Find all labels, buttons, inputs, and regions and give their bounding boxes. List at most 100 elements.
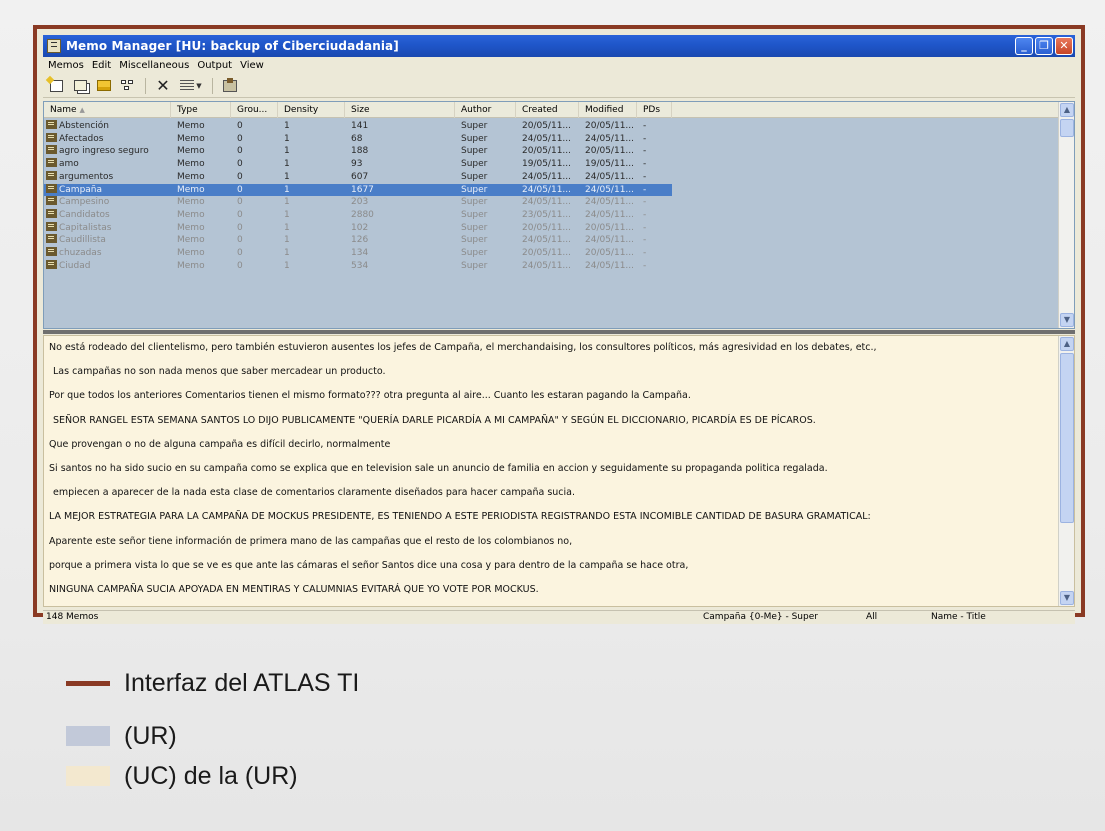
legend-item-uc: (UC) de la (UR) bbox=[66, 761, 298, 791]
restore-button[interactable]: ❐ bbox=[1035, 37, 1053, 55]
export-button[interactable] bbox=[221, 77, 239, 95]
cell-density: 1 bbox=[284, 248, 290, 258]
memo-name: Candidatos bbox=[59, 209, 110, 220]
pane-splitter[interactable] bbox=[43, 330, 1075, 334]
table-row[interactable]: Campesino Memo 0 1 203 Super 24/05/11... 24/05/… bbox=[44, 196, 1058, 208]
cell-size: 102 bbox=[351, 222, 369, 233]
cell-type: Memo bbox=[177, 248, 205, 258]
menu-miscellaneous[interactable]: Miscellaneous bbox=[119, 60, 189, 71]
close-button[interactable]: ✕ bbox=[1055, 37, 1073, 55]
cell-size: 93 bbox=[351, 159, 363, 170]
cell-modified: 24/05/11... bbox=[585, 184, 635, 195]
cell-name: Campaña bbox=[44, 183, 171, 196]
cell-type: Memo bbox=[177, 235, 205, 246]
memo-icon bbox=[46, 259, 57, 269]
column-size[interactable]: Size bbox=[345, 102, 455, 118]
table-row[interactable]: Abstención Memo 0 1 141 Super 20/05/11... 20/05… bbox=[44, 120, 1058, 132]
scroll-down-button[interactable]: ▼ bbox=[1060, 313, 1074, 327]
memo-text-line: empiecen a aparecer de la nada esta clas… bbox=[53, 487, 576, 499]
cell-type: Memo bbox=[177, 222, 205, 233]
cell-grou: 0 bbox=[237, 184, 243, 195]
memo-text-line: LA MEJOR ESTRATEGIA PARA LA CAMPAÑA DE M… bbox=[49, 511, 871, 523]
status-current-memo: Campaña {0-Me} - Super bbox=[703, 612, 818, 622]
table-row[interactable]: Ciudad Memo 0 1 534 Super 24/05/11... 24/05/11.… bbox=[44, 259, 1058, 272]
memo-name: Caudillista bbox=[59, 235, 106, 246]
cell-modified: 19/05/11... bbox=[585, 159, 635, 170]
memo-folder-button[interactable] bbox=[95, 77, 113, 95]
memo-name: Campesino bbox=[59, 197, 110, 208]
column-pds[interactable]: PDs bbox=[637, 102, 672, 118]
cell-grou: 0 bbox=[237, 209, 243, 220]
menu-memos[interactable]: Memos bbox=[48, 60, 84, 71]
cell-created: 24/05/11... bbox=[522, 235, 572, 246]
memo-icon bbox=[46, 132, 57, 142]
toolbar-separator bbox=[145, 77, 146, 94]
cell-type: Memo bbox=[177, 260, 205, 271]
cell-grou: 0 bbox=[237, 159, 243, 170]
scroll-up-button[interactable]: ▲ bbox=[1060, 103, 1074, 117]
scroll-thumb[interactable] bbox=[1060, 353, 1074, 523]
column-author[interactable]: Author bbox=[455, 102, 516, 118]
cell-pds: - bbox=[643, 248, 647, 258]
column-created[interactable]: Created bbox=[516, 102, 579, 118]
atlas-ti-interface-frame: Memo Manager [HU: backup of Ciberciudada… bbox=[33, 25, 1085, 624]
column-density[interactable]: Density bbox=[278, 102, 345, 118]
table-row[interactable]: agro ingreso seguro Memo 0 1 188 Super 20/05/1… bbox=[44, 145, 1058, 157]
table-row[interactable]: Afectados Memo 0 1 68 Super 24/05/11... 24/05/1… bbox=[44, 132, 1058, 145]
duplicate-memo-button[interactable] bbox=[71, 77, 89, 95]
cell-type: Memo bbox=[177, 184, 205, 195]
table-row[interactable]: Caudillista Memo 0 1 126 Super 24/05/11... 24/0… bbox=[44, 234, 1058, 246]
table-row[interactable]: Campaña Memo 0 1 1677 Super 24/05/11... 24/05/1… bbox=[44, 183, 672, 196]
memo-list[interactable]: Name ▲ Type Grou... Density Size Author … bbox=[43, 101, 1075, 329]
table-row[interactable]: Candidatos Memo 0 1 2880 Super 23/05/11... 24/0… bbox=[44, 208, 1058, 221]
cell-pds: - bbox=[643, 171, 647, 182]
cell-density: 1 bbox=[284, 159, 290, 170]
memo-name: Capitalistas bbox=[59, 222, 112, 233]
column-type[interactable]: Type bbox=[171, 102, 231, 118]
memo-text-content: No está rodeado del clientelismo, pero t… bbox=[44, 336, 1058, 606]
cell-author: Super bbox=[461, 121, 488, 131]
column-groundedness[interactable]: Grou... bbox=[231, 102, 278, 118]
list-scrollbar[interactable]: ▲ ▼ bbox=[1058, 102, 1074, 328]
cell-author: Super bbox=[461, 171, 488, 182]
column-modified[interactable]: Modified bbox=[579, 102, 637, 118]
memo-text-line: No está rodeado del clientelismo, pero t… bbox=[49, 342, 877, 353]
table-row[interactable]: argumentos Memo 0 1 607 Super 24/05/11... 24/05… bbox=[44, 170, 1058, 183]
menu-output[interactable]: Output bbox=[197, 60, 232, 71]
cell-created: 20/05/11... bbox=[522, 146, 572, 157]
cell-type: Memo bbox=[177, 159, 205, 170]
column-name[interactable]: Name ▲ bbox=[44, 102, 171, 118]
memo-text-pane[interactable]: No está rodeado del clientelismo, pero t… bbox=[43, 335, 1075, 607]
cell-size: 203 bbox=[351, 197, 369, 208]
menu-edit[interactable]: Edit bbox=[92, 60, 111, 71]
cell-pds: - bbox=[643, 159, 647, 170]
minimize-button[interactable]: _ bbox=[1015, 37, 1033, 55]
title-bar[interactable]: Memo Manager [HU: backup of Ciberciudada… bbox=[43, 35, 1075, 57]
cell-type: Memo bbox=[177, 209, 205, 220]
scroll-up-button[interactable]: ▲ bbox=[1060, 337, 1074, 351]
toolbar: ✕ ▼ bbox=[43, 74, 1075, 98]
menu-view[interactable]: View bbox=[240, 60, 264, 71]
list-view-button[interactable]: ▼ bbox=[178, 77, 204, 95]
text-scrollbar[interactable]: ▲ ▼ bbox=[1058, 336, 1074, 606]
memo-name: chuzadas bbox=[59, 248, 102, 258]
network-button[interactable] bbox=[119, 77, 137, 95]
table-row[interactable]: chuzadas Memo 0 1 134 Super 20/05/11... 20/05/1… bbox=[44, 247, 1058, 259]
cell-name: Capitalistas bbox=[44, 221, 171, 234]
cell-name: chuzadas bbox=[44, 247, 171, 259]
table-row[interactable]: amo Memo 0 1 93 Super 19/05/11... 19/05/11... - bbox=[44, 158, 1058, 170]
cell-modified: 20/05/11... bbox=[585, 248, 635, 258]
cell-modified: 20/05/11... bbox=[585, 121, 635, 131]
scroll-down-button[interactable]: ▼ bbox=[1060, 591, 1074, 605]
minimize-icon: _ bbox=[1021, 39, 1027, 52]
scroll-thumb[interactable] bbox=[1060, 119, 1074, 137]
cell-size: 534 bbox=[351, 260, 369, 271]
new-memo-button[interactable] bbox=[47, 77, 65, 95]
table-row[interactable]: Capitalistas Memo 0 1 102 Super 20/05/11... 20/… bbox=[44, 221, 1058, 234]
cell-created: 24/05/11... bbox=[522, 197, 572, 208]
delete-button[interactable]: ✕ bbox=[154, 76, 172, 95]
list-view-icon bbox=[180, 79, 195, 92]
cell-size: 1677 bbox=[351, 184, 374, 195]
memo-text-line: Que provengan o no de alguna campaña es … bbox=[49, 438, 391, 450]
delete-icon: ✕ bbox=[156, 76, 170, 95]
